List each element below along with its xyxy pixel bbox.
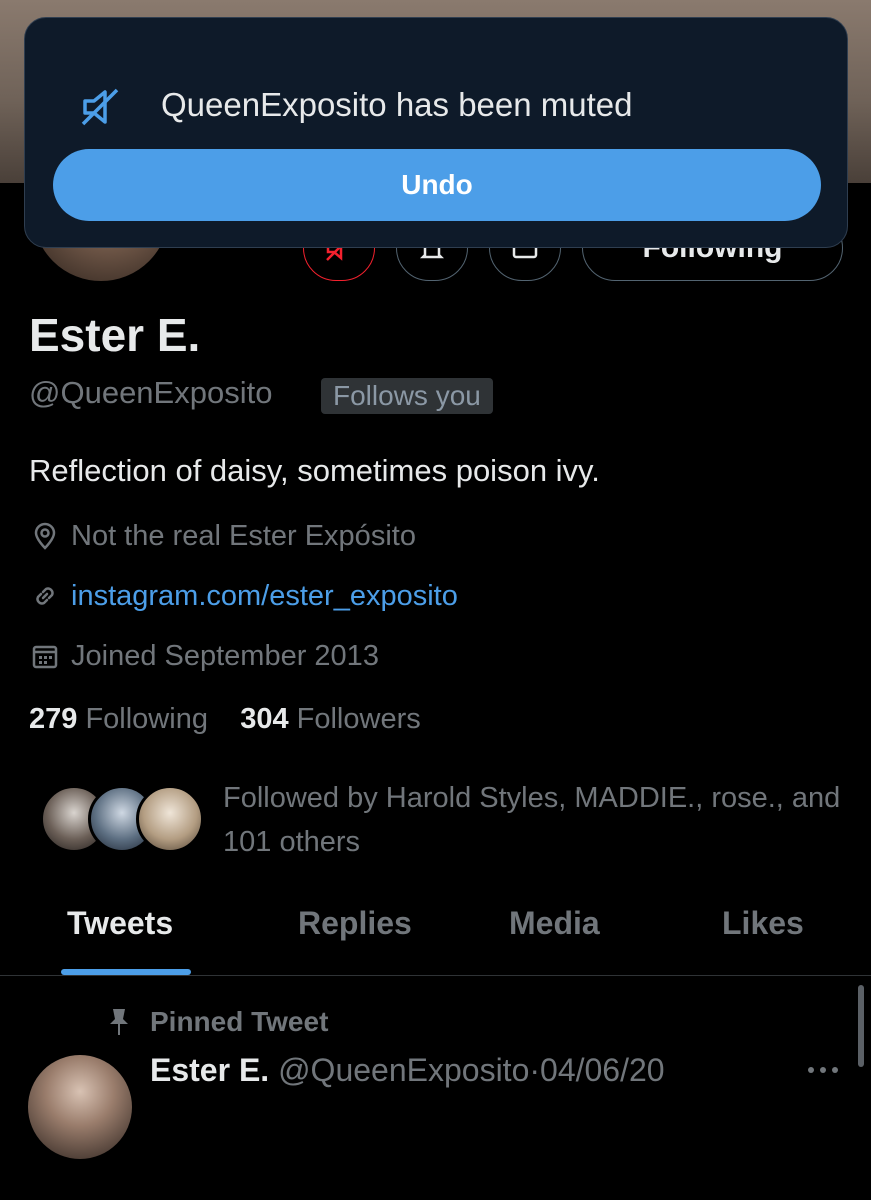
tweet-header: Ester E. @QueenExposito·04/06/20 bbox=[150, 1052, 665, 1089]
more-options-icon[interactable] bbox=[803, 1060, 843, 1080]
followed-by-text[interactable]: Followed by Harold Styles, MADDIE., rose… bbox=[223, 776, 843, 864]
tweet-author-name[interactable]: Ester E. bbox=[150, 1052, 269, 1088]
website-link[interactable]: instagram.com/ester_exposito bbox=[71, 580, 458, 613]
profile-name: Ester E. bbox=[29, 309, 201, 361]
location-pin-icon bbox=[34, 522, 56, 550]
tweet-date[interactable]: 04/06/20 bbox=[540, 1052, 665, 1088]
pin-icon bbox=[110, 1009, 128, 1035]
website-row[interactable]: instagram.com/ester_exposito bbox=[30, 578, 458, 614]
followers-label: Followers bbox=[296, 703, 421, 735]
location-row: Not the real Ester Expósito bbox=[30, 518, 416, 554]
tab-tweets[interactable]: Tweets bbox=[67, 905, 173, 942]
profile-bio: Reflection of daisy, sometimes poison iv… bbox=[29, 453, 600, 488]
scrollbar[interactable] bbox=[858, 985, 864, 1067]
tweet-author-avatar[interactable] bbox=[28, 1055, 132, 1159]
tweet-separator: · bbox=[529, 1052, 541, 1088]
link-icon bbox=[36, 587, 54, 605]
active-tab-indicator bbox=[61, 969, 191, 975]
following-label: Following bbox=[85, 703, 208, 735]
profile-tabs: Tweets Replies Media Likes bbox=[0, 890, 871, 976]
tab-likes[interactable]: Likes bbox=[722, 905, 804, 942]
followers-link[interactable]: 304 Followers bbox=[240, 703, 421, 735]
follow-counts: 279 Following 304 Followers bbox=[29, 703, 421, 736]
calendar-icon bbox=[32, 645, 58, 669]
muted-toast: QueenExposito has been muted Undo bbox=[24, 17, 848, 248]
following-count: 279 bbox=[29, 703, 78, 735]
tab-media[interactable]: Media bbox=[509, 905, 600, 942]
mute-speaker-icon bbox=[81, 88, 119, 126]
pinned-tweet-label-row: Pinned Tweet bbox=[104, 1006, 328, 1038]
avatar bbox=[136, 785, 204, 853]
pinned-tweet-label: Pinned Tweet bbox=[150, 1006, 329, 1037]
toast-message: QueenExposito has been muted bbox=[161, 86, 633, 123]
location-text: Not the real Ester Expósito bbox=[71, 519, 416, 552]
joined-text: Joined September 2013 bbox=[71, 639, 379, 672]
follows-you-badge: Follows you bbox=[321, 378, 493, 414]
tweet-author-handle[interactable]: @QueenExposito bbox=[278, 1052, 529, 1088]
tab-replies[interactable]: Replies bbox=[298, 905, 412, 942]
followers-count: 304 bbox=[240, 703, 289, 735]
followers-you-know-avatars[interactable] bbox=[40, 785, 210, 855]
undo-button[interactable]: Undo bbox=[53, 149, 821, 221]
joined-row: Joined September 2013 bbox=[30, 638, 379, 674]
profile-handle: @QueenExposito bbox=[29, 375, 273, 410]
following-link[interactable]: 279 Following bbox=[29, 703, 208, 735]
